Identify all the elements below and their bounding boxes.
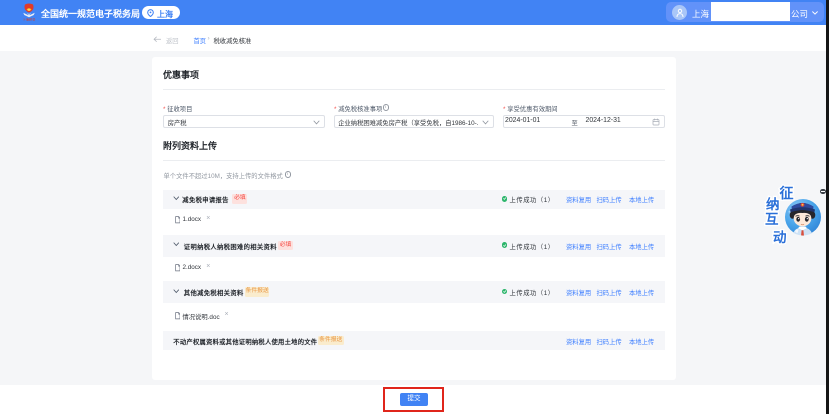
svg-text:上海税务: 上海税务 bbox=[22, 17, 36, 21]
